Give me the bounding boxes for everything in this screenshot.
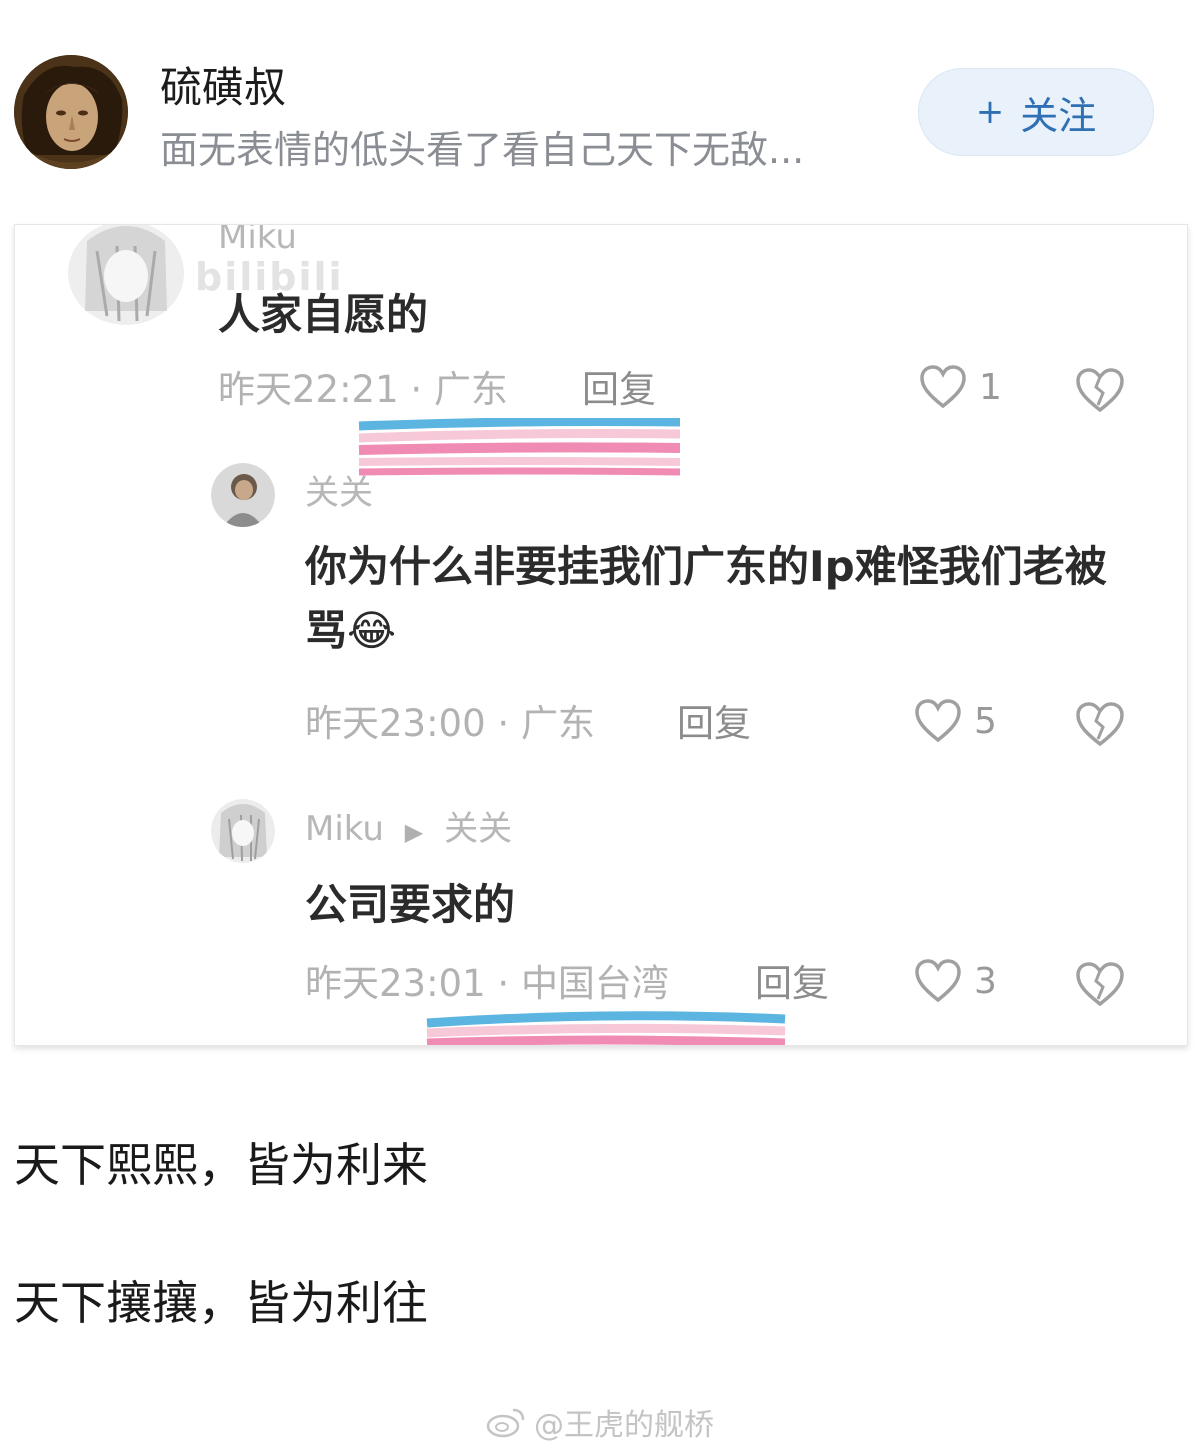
reply-arrow-icon: ▶	[404, 818, 424, 846]
author-avatar[interactable]	[14, 55, 128, 169]
like-count: 3	[974, 960, 997, 1002]
comment-meta: 昨天22:21 · 广东	[218, 365, 508, 415]
like-button[interactable]: 3	[914, 959, 997, 1003]
comment-time: 昨天23:01	[305, 962, 486, 1005]
plus-icon: +	[975, 92, 1005, 132]
dislike-button[interactable]	[1075, 701, 1125, 751]
author-bio: 面无表情的低头看了看自己天下无敌...	[160, 128, 805, 172]
reply-header: Miku ▶ 关关	[305, 807, 512, 854]
meta-separator: ·	[497, 702, 510, 745]
broken-heart-icon	[1076, 962, 1124, 1007]
comment-avatar-guanguan[interactable]	[211, 463, 275, 527]
follow-button[interactable]: + 关注	[918, 68, 1154, 156]
post-text-line-1: 天下熙熙，皆为利来	[14, 1138, 428, 1192]
like-button[interactable]: 1	[919, 365, 1002, 409]
weibo-watermark: @王虎的舰桥	[0, 1400, 1200, 1444]
heart-icon	[915, 959, 961, 1003]
watermark-text: @王虎的舰桥	[534, 1408, 714, 1443]
comment-text: 你为什么非要挂我们广东的Ip难怪我们老被骂😂	[305, 542, 1107, 655]
comment-text: 人家自愿的	[218, 290, 429, 339]
dislike-button[interactable]	[1075, 961, 1125, 1011]
comment-meta: 昨天23:00 · 广东	[305, 699, 595, 749]
comment-location: 广东	[520, 702, 595, 745]
broken-heart-icon	[1076, 702, 1124, 747]
dislike-button[interactable]	[1075, 367, 1125, 417]
meta-separator: ·	[497, 962, 510, 1005]
reply-button[interactable]: 回复	[677, 699, 751, 749]
reply-target[interactable]: 关关	[444, 809, 512, 849]
like-count: 5	[974, 700, 997, 742]
like-count: 1	[979, 366, 1002, 408]
follow-label: 关注	[1020, 93, 1097, 138]
comment-avatar-miku[interactable]	[67, 225, 185, 325]
heart-icon	[915, 699, 961, 743]
author-name[interactable]: 硫磺叔	[160, 58, 286, 118]
broken-heart-icon	[1076, 368, 1124, 413]
comment-author[interactable]: Miku	[218, 225, 297, 259]
comment-avatar-miku-reply[interactable]	[211, 799, 275, 863]
highlight-stripe	[426, 1011, 786, 1045]
like-button[interactable]: 5	[914, 699, 997, 743]
comment-meta: 昨天23:01 · 中国台湾	[305, 959, 669, 1009]
comment-time: 昨天23:00	[305, 702, 486, 745]
embedded-screenshot[interactable]: bilibili Miku 人家自愿的 昨天22:21 · 广东 回复 1 关关…	[14, 224, 1188, 1046]
meta-separator: ·	[410, 368, 423, 411]
highlight-stripe	[358, 418, 681, 476]
post-text-line-2: 天下攘攘，皆为利往	[14, 1276, 428, 1330]
reply-button[interactable]: 回复	[755, 959, 829, 1009]
comment-location: 广东	[433, 368, 508, 411]
comment-time: 昨天22:21	[218, 368, 399, 411]
weibo-logo-icon	[486, 1408, 525, 1438]
comment-location: 中国台湾	[520, 962, 669, 1005]
comment-text: 公司要求的	[305, 880, 516, 929]
comment-author[interactable]: 关关	[305, 471, 373, 515]
reply-button[interactable]: 回复	[582, 365, 656, 415]
comment-author[interactable]: Miku	[305, 809, 384, 849]
heart-icon	[920, 365, 966, 409]
